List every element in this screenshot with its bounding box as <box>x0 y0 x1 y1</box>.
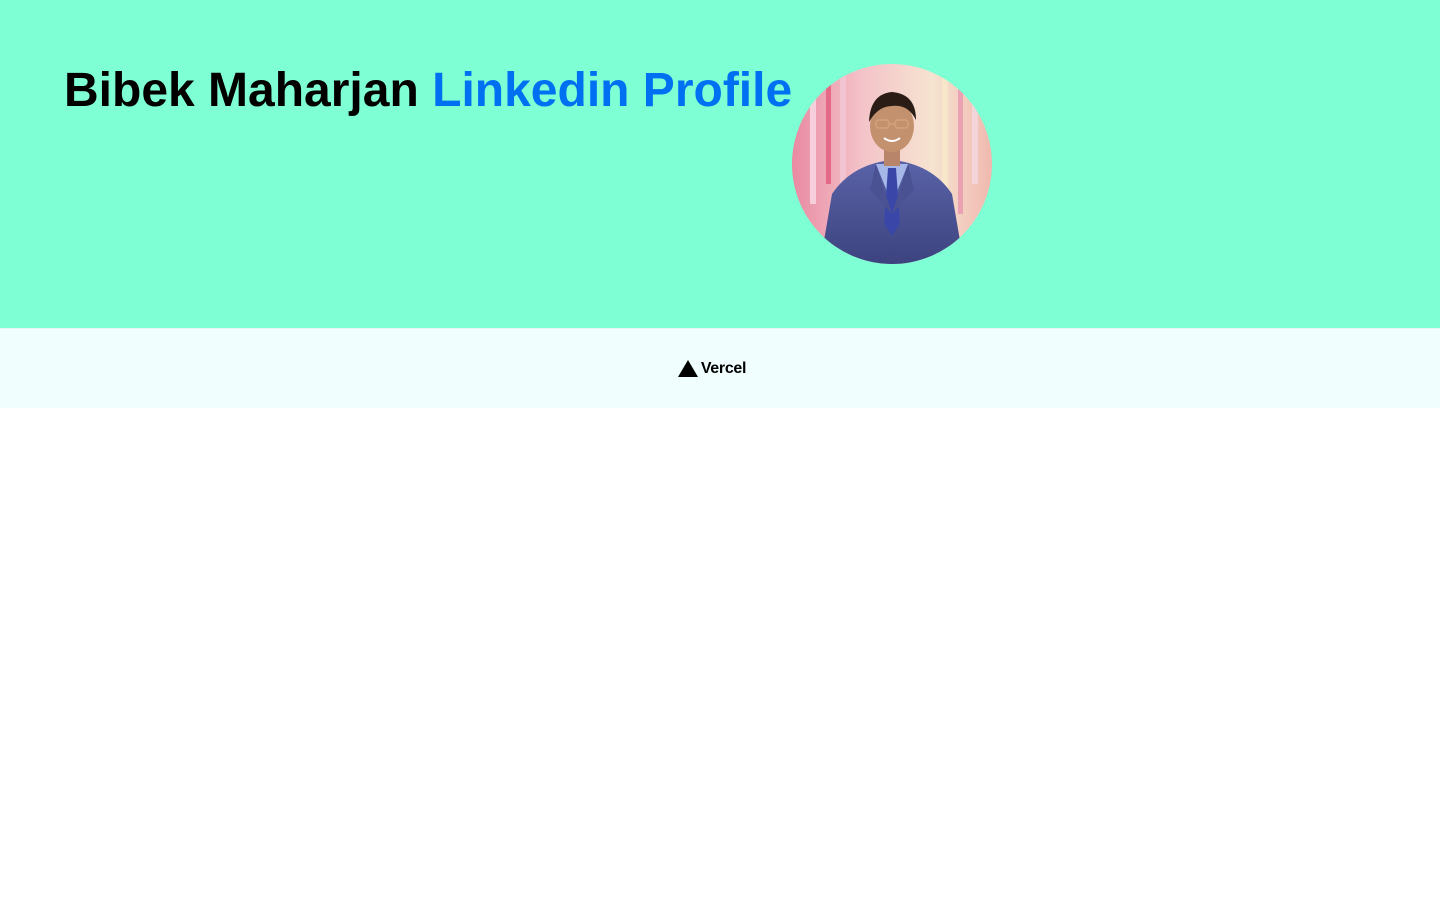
avatar <box>792 64 992 264</box>
vercel-triangle-icon <box>677 360 698 377</box>
vercel-link[interactable]: Vercel <box>677 359 747 378</box>
profile-photo <box>792 64 992 264</box>
page: Bibek Maharjan Linkedin Profile Vercel <box>0 0 1440 408</box>
vercel-brand-label: Vercel <box>700 359 747 377</box>
linkedin-profile-link[interactable]: Linkedin Profile <box>432 64 792 117</box>
footer: Vercel <box>0 328 1440 408</box>
owner-name: Bibek Maharjan <box>64 64 419 117</box>
hero-section: Bibek Maharjan Linkedin Profile <box>0 0 1440 328</box>
page-title: Bibek Maharjan Linkedin Profile <box>64 62 792 120</box>
